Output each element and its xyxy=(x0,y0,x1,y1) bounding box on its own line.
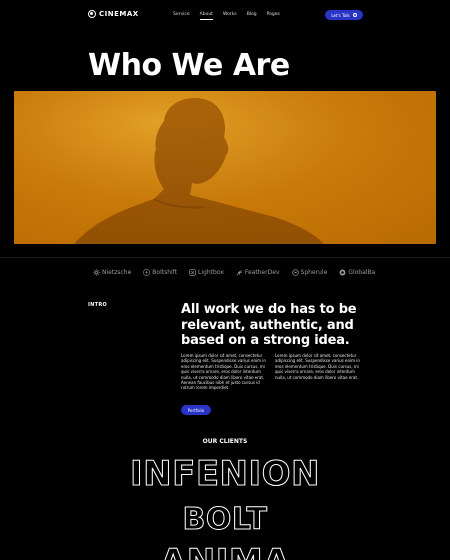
partner-label: GlobalBa xyxy=(348,269,376,276)
intro-heading: All work we do has to be relevant, authe… xyxy=(181,302,357,348)
partner-globalba: GlobalBa xyxy=(339,269,375,276)
partner-spherule: Spherule xyxy=(291,269,328,276)
intro-paragraph-right: Lorem ipsum dolor sit amet, consectetur … xyxy=(275,353,360,380)
client-name: INFENION xyxy=(129,454,321,495)
nav-item-service[interactable]: Service xyxy=(173,12,190,17)
partner-label: Boltshift xyxy=(152,269,178,276)
logo-circle-icon xyxy=(88,10,96,18)
hero-silhouette xyxy=(14,91,436,244)
intro-label: INTRO xyxy=(88,302,108,308)
search-icon xyxy=(352,13,357,17)
globe-icon xyxy=(339,269,346,276)
partner-label: Spherule xyxy=(300,269,328,276)
client-name: ANIMA xyxy=(0,542,450,560)
sun-icon xyxy=(93,269,100,276)
section-divider xyxy=(0,257,450,258)
nav-item-works[interactable]: Works xyxy=(223,12,237,17)
partner-label: Lightbox xyxy=(198,269,224,276)
client-name: BOLT xyxy=(182,502,268,538)
portfolio-button-label: Portfolio xyxy=(187,407,205,413)
main-nav: Service About Works Blog Pages xyxy=(173,12,280,20)
nav-item-about[interactable]: About xyxy=(199,12,214,20)
logo[interactable]: CINEMAX xyxy=(88,10,139,18)
partner-lightbox: Lightbox xyxy=(189,269,224,276)
partner-boltshift: Boltshift xyxy=(143,269,177,276)
bolt-icon xyxy=(143,269,151,276)
feather-icon xyxy=(236,270,242,276)
page-title: Who We Are xyxy=(88,48,290,83)
lightbox-icon xyxy=(189,269,196,276)
partner-featherdev: FeatherDev xyxy=(236,269,280,276)
partner-label: Nietzsche xyxy=(102,269,132,276)
partner-nietzsche: Nietzsche xyxy=(93,269,131,276)
sphere-icon xyxy=(291,269,299,276)
intro-paragraph-left: Lorem ipsum dolor sit amet, consectetur … xyxy=(181,353,266,391)
hero-image xyxy=(14,91,436,244)
partner-logos: Nietzsche Boltshift Lightbox FeatherDev … xyxy=(93,269,375,276)
nav-item-pages[interactable]: Pages xyxy=(267,12,280,17)
partner-label: FeatherDev xyxy=(244,269,280,276)
clients-heading: OUR CLIENTS xyxy=(202,438,248,445)
portfolio-button[interactable]: Portfolio xyxy=(181,405,211,415)
logo-text: CINEMAX xyxy=(99,10,139,18)
site-header: CINEMAX Service About Works Blog Pages L… xyxy=(0,0,450,30)
lets-talk-label: Let's Talk xyxy=(331,12,350,18)
lets-talk-button[interactable]: Let's Talk xyxy=(325,10,363,20)
nav-item-blog[interactable]: Blog xyxy=(247,12,257,17)
